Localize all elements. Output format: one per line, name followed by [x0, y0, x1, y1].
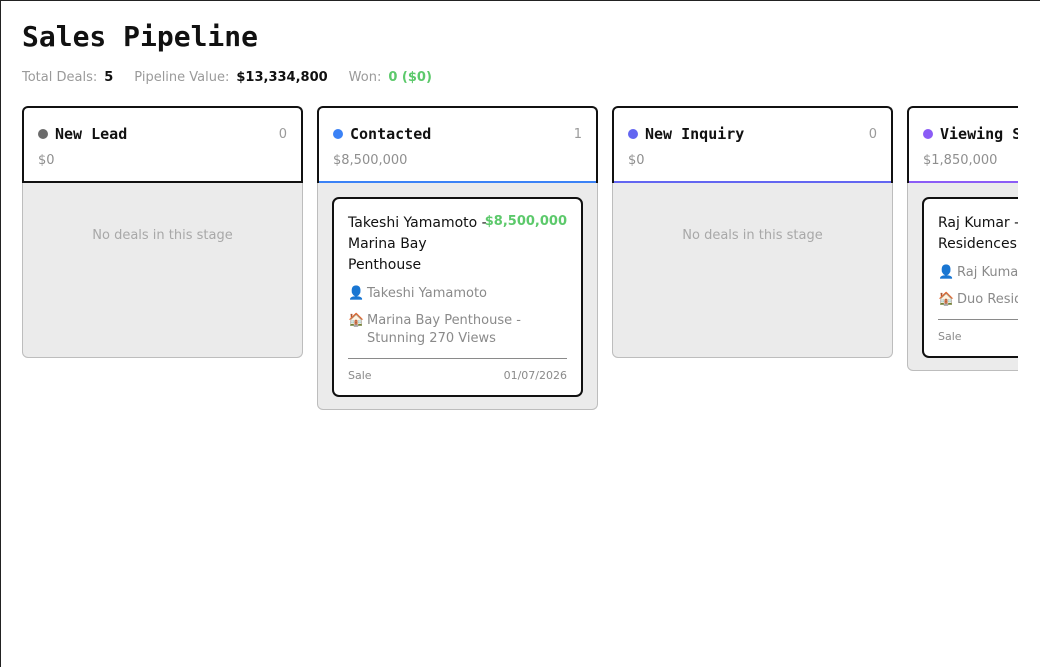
column-body: Takeshi Yamamoto - Marina Bay Penthouse …	[317, 183, 598, 410]
column-total: $0	[628, 153, 645, 168]
empty-stage-message: No deals in this stage	[92, 228, 233, 243]
page-title: Sales Pipeline	[22, 20, 259, 53]
deal-property: 🏠 Duo Resid	[938, 291, 1018, 309]
deal-title: Takeshi Yamamoto - Marina Bay Penthouse	[348, 215, 487, 273]
column-body: No deals in this stage	[22, 183, 303, 358]
stat-total-deals: Total Deals: 5	[22, 70, 113, 85]
column-count: 1	[573, 126, 582, 142]
deal-type: Sale	[348, 369, 372, 382]
column-header[interactable]: New Lead 0 $0	[22, 106, 303, 183]
stat-value: 5	[104, 69, 114, 85]
pipeline-board: New Lead 0 $0 No deals in this stage Con…	[22, 106, 1018, 667]
column-contacted: Contacted 1 $8,500,000 Takeshi Yamamoto …	[317, 106, 598, 410]
column-title: New Lead	[55, 125, 128, 143]
contact-name: Takeshi Yamamoto	[367, 286, 487, 301]
stat-value: 0 ($0)	[388, 69, 432, 85]
deal-type: Sale	[938, 330, 962, 343]
stat-won: Won: 0 ($0)	[349, 70, 432, 85]
deal-date: 01/07/2026	[503, 369, 567, 382]
stat-value: $13,334,800	[236, 69, 328, 85]
person-icon: 👤	[348, 286, 365, 301]
deal-contact: 👤 Takeshi Yamamoto	[348, 285, 567, 303]
deal-contact: 👤 Raj Kumar	[938, 264, 1018, 282]
column-header[interactable]: Viewing S $1,850,000	[907, 106, 1018, 183]
stat-label: Won:	[348, 69, 382, 85]
stat-pipeline-value: Pipeline Value: $13,334,800	[134, 70, 327, 85]
stat-label: Pipeline Value:	[134, 69, 230, 85]
column-header[interactable]: Contacted 1 $8,500,000	[317, 106, 598, 183]
house-icon: 🏠	[348, 313, 365, 328]
column-body: Raj Kumar - Residences 👤 Raj Kumar 🏠 Duo…	[907, 183, 1018, 371]
deal-property: 🏠 Marina Bay Penthouse - Stunning 270 Vi…	[348, 312, 567, 348]
property-name: Marina Bay Penthouse - Stunning 270 View…	[367, 313, 521, 346]
column-count: 0	[868, 126, 877, 142]
pipeline-stats: Total Deals: 5 Pipeline Value: $13,334,8…	[22, 68, 453, 86]
column-title: Contacted	[350, 125, 432, 143]
empty-stage-message: No deals in this stage	[682, 228, 823, 243]
stage-dot-icon	[333, 129, 343, 139]
column-total: $8,500,000	[333, 153, 408, 168]
deal-title: Raj Kumar - Residences	[938, 215, 1018, 252]
contact-name: Raj Kumar	[957, 265, 1018, 280]
stat-label: Total Deals:	[22, 69, 98, 85]
stage-dot-icon	[923, 129, 933, 139]
column-body: No deals in this stage	[612, 183, 893, 358]
column-title: Viewing S	[940, 125, 1018, 143]
column-new-lead: New Lead 0 $0 No deals in this stage	[22, 106, 303, 358]
column-viewing: Viewing S $1,850,000 Raj Kumar - Residen…	[907, 106, 1018, 371]
person-icon: 👤	[938, 265, 955, 280]
column-new-inquiry: New Inquiry 0 $0 No deals in this stage	[612, 106, 893, 358]
column-header[interactable]: New Inquiry 0 $0	[612, 106, 893, 183]
column-title: New Inquiry	[645, 125, 745, 143]
deal-card[interactable]: Raj Kumar - Residences 👤 Raj Kumar 🏠 Duo…	[922, 197, 1018, 358]
deal-card[interactable]: Takeshi Yamamoto - Marina Bay Penthouse …	[332, 197, 583, 397]
column-count: 0	[278, 126, 287, 142]
property-name: Duo Resid	[957, 292, 1018, 307]
deal-amount: $8,500,000	[484, 214, 567, 229]
column-total: $1,850,000	[923, 153, 998, 168]
column-total: $0	[38, 153, 55, 168]
stage-dot-icon	[628, 129, 638, 139]
house-icon: 🏠	[938, 292, 955, 307]
stage-dot-icon	[38, 129, 48, 139]
